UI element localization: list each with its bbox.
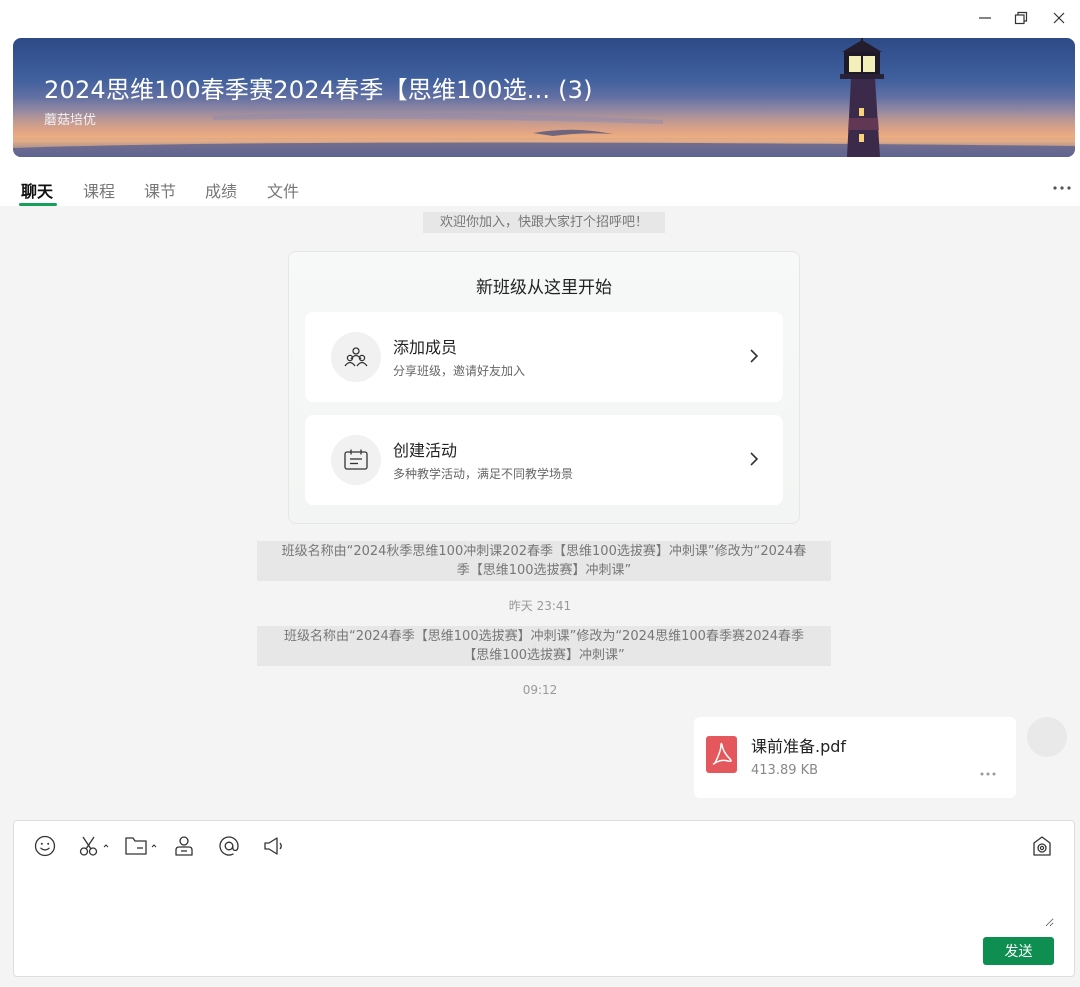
create-activity-title: 创建活动 — [393, 441, 458, 460]
welcome-message: 欢迎你加入，快跟大家打个招呼吧！ — [423, 212, 665, 233]
more-icon[interactable] — [978, 770, 998, 778]
rename-notice-1-line-2: 季【思维100选拔赛】冲刺课” — [456, 563, 632, 578]
at-icon — [219, 836, 239, 856]
mention-button[interactable] — [218, 833, 240, 859]
emoji-button[interactable] — [34, 833, 56, 859]
contact-icon — [175, 836, 193, 856]
tab-courses[interactable]: 课程 — [83, 178, 115, 202]
chevron-right-icon — [750, 452, 759, 466]
organization-name: 蘑菇培优 — [44, 113, 97, 128]
folder-icon — [125, 837, 157, 855]
chevron-right-icon — [750, 349, 759, 363]
tab-grades[interactable]: 成绩 — [205, 178, 237, 202]
timestamp: 09:12 — [522, 683, 558, 697]
file-message[interactable]: 课前准备.pdf 413.89 KB — [694, 717, 1016, 798]
new-class-card: 新班级从这里开始 添加成员 分享班级，邀请好友加入 创建活动 多种教学活动，满足… — [288, 251, 800, 524]
rename-notice-2: 班级名称由“2024春季【思维100选拔赛】冲刺课”修改为“2024思维100春… — [257, 626, 831, 666]
file-name: 课前准备.pdf — [751, 737, 847, 756]
add-members-card[interactable]: 添加成员 分享班级，邀请好友加入 — [305, 312, 783, 402]
tab-bar: 聊天 课程 课节 成绩 文件 — [0, 178, 1080, 206]
pdf-icon — [706, 736, 737, 773]
create-activity-subtitle: 多种教学活动，满足不同教学场景 — [393, 467, 574, 481]
screenshot-button[interactable] — [78, 833, 112, 859]
rename-notice-2-line-2: 【思维100选拔赛】冲刺课” — [463, 648, 625, 663]
restore-icon — [1014, 11, 1028, 25]
tab-lessons[interactable]: 课节 — [144, 178, 176, 202]
more-options-button[interactable] — [1050, 178, 1074, 198]
message-input[interactable] — [34, 871, 1054, 927]
emoji-icon — [34, 835, 56, 857]
file-size: 413.89 KB — [751, 763, 819, 778]
class-banner: 2024思维100春季赛2024春季【思维100选... (3) 蘑菇培优 — [13, 38, 1075, 157]
close-button[interactable] — [1044, 6, 1074, 30]
add-members-title: 添加成员 — [393, 338, 458, 357]
scissors-icon — [79, 836, 109, 856]
send-button[interactable]: 发送 — [983, 937, 1054, 965]
rename-notice-1-line-1: 班级名称由“2024秋季思维100冲刺课202春季【思维100选拔赛】冲刺课”修… — [281, 544, 807, 559]
message-composer: 发送 — [13, 820, 1075, 977]
new-class-title: 新班级从这里开始 — [476, 278, 612, 298]
minimize-icon — [979, 17, 991, 19]
camera-icon — [1033, 836, 1051, 856]
megaphone-icon — [264, 837, 282, 855]
camera-button[interactable] — [1030, 833, 1054, 859]
calendar-icon — [331, 435, 381, 485]
create-activity-card[interactable]: 创建活动 多种教学活动，满足不同教学场景 — [305, 415, 783, 505]
rename-notice-1: 班级名称由“2024秋季思维100冲刺课202春季【思维100选拔赛】冲刺课”修… — [257, 541, 831, 581]
announcement-button[interactable] — [263, 833, 285, 859]
app-window: 2024思维100春季赛2024春季【思维100选... (3) 蘑菇培优 聊天… — [0, 0, 1080, 987]
tab-files[interactable]: 文件 — [267, 178, 299, 202]
folder-button[interactable] — [124, 833, 160, 859]
title-bar — [0, 0, 1080, 36]
class-title: 2024思维100春季赛2024春季【思维100选... (3) — [44, 76, 593, 104]
rename-notice-2-line-1: 班级名称由“2024春季【思维100选拔赛】冲刺课”修改为“2024思维100春… — [283, 629, 805, 644]
active-tab-indicator — [19, 203, 57, 206]
avatar[interactable] — [1027, 717, 1067, 757]
people-icon — [331, 332, 381, 382]
tab-chat[interactable]: 聊天 — [21, 178, 53, 202]
more-icon — [1053, 186, 1071, 190]
close-icon — [1053, 12, 1065, 24]
contact-button[interactable] — [173, 833, 195, 859]
add-members-subtitle: 分享班级，邀请好友加入 — [393, 364, 526, 378]
restore-button[interactable] — [1006, 6, 1036, 30]
timestamp: 昨天 23:41 — [508, 599, 572, 613]
minimize-button[interactable] — [970, 6, 1000, 30]
